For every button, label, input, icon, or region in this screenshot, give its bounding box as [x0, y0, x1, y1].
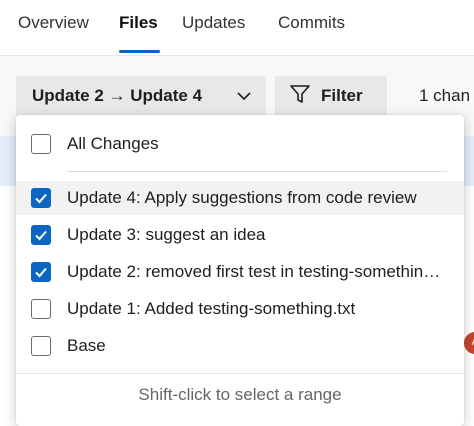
menu-item-update-3[interactable]: Update 3: suggest an idea [16, 218, 464, 252]
update-range-menu: All Changes Update 4: Apply suggestions … [16, 115, 464, 426]
tab-updates[interactable]: Updates [182, 13, 245, 33]
checkbox[interactable] [31, 336, 51, 356]
menu-item-update-4[interactable]: Update 4: Apply suggestions from code re… [16, 181, 464, 215]
menu-item-update-2[interactable]: Update 2: removed first test in testing-… [16, 255, 464, 289]
menu-item-label: Base [67, 336, 106, 355]
changes-count: 1 chan [419, 86, 471, 105]
chevron-down-icon [236, 88, 252, 109]
filter-label: Filter [321, 86, 363, 105]
check-icon [35, 193, 47, 204]
checkbox[interactable] [31, 299, 51, 319]
menu-item-label: Update 1: Added testing-something.txt [67, 299, 356, 318]
menu-footer-divider [16, 373, 464, 374]
update-range-dropdown[interactable]: Update 2 → Update 4 [16, 76, 266, 116]
filter-icon [289, 83, 311, 110]
checkbox-checked[interactable] [31, 225, 51, 245]
menu-item-label: Update 3: suggest an idea [67, 225, 266, 244]
top-navigation: Overview Files Updates Commits [0, 0, 474, 56]
checkbox[interactable] [31, 134, 51, 154]
selected-tab-indicator [119, 50, 160, 53]
menu-item-label: Update 4: Apply suggestions from code re… [67, 188, 417, 207]
menu-item-all-changes[interactable]: All Changes [16, 127, 464, 161]
menu-footer-hint: Shift-click to select a range [138, 385, 342, 404]
menu-item-label: All Changes [67, 134, 159, 153]
tab-files[interactable]: Files [119, 13, 158, 33]
menu-item-base[interactable]: Base [16, 329, 464, 363]
filter-button[interactable]: Filter [275, 76, 387, 116]
menu-divider [67, 171, 447, 172]
checkbox-checked[interactable] [31, 188, 51, 208]
check-icon [35, 230, 47, 241]
menu-item-update-1[interactable]: Update 1: Added testing-something.txt [16, 292, 464, 326]
tab-commits[interactable]: Commits [278, 13, 345, 33]
checkbox-checked[interactable] [31, 262, 51, 282]
tab-overview[interactable]: Overview [18, 13, 89, 33]
menu-item-label: Update 2: removed first test in testing-… [67, 262, 447, 281]
update-range-label: Update 2 → Update 4 [32, 86, 203, 105]
check-icon [35, 267, 47, 278]
